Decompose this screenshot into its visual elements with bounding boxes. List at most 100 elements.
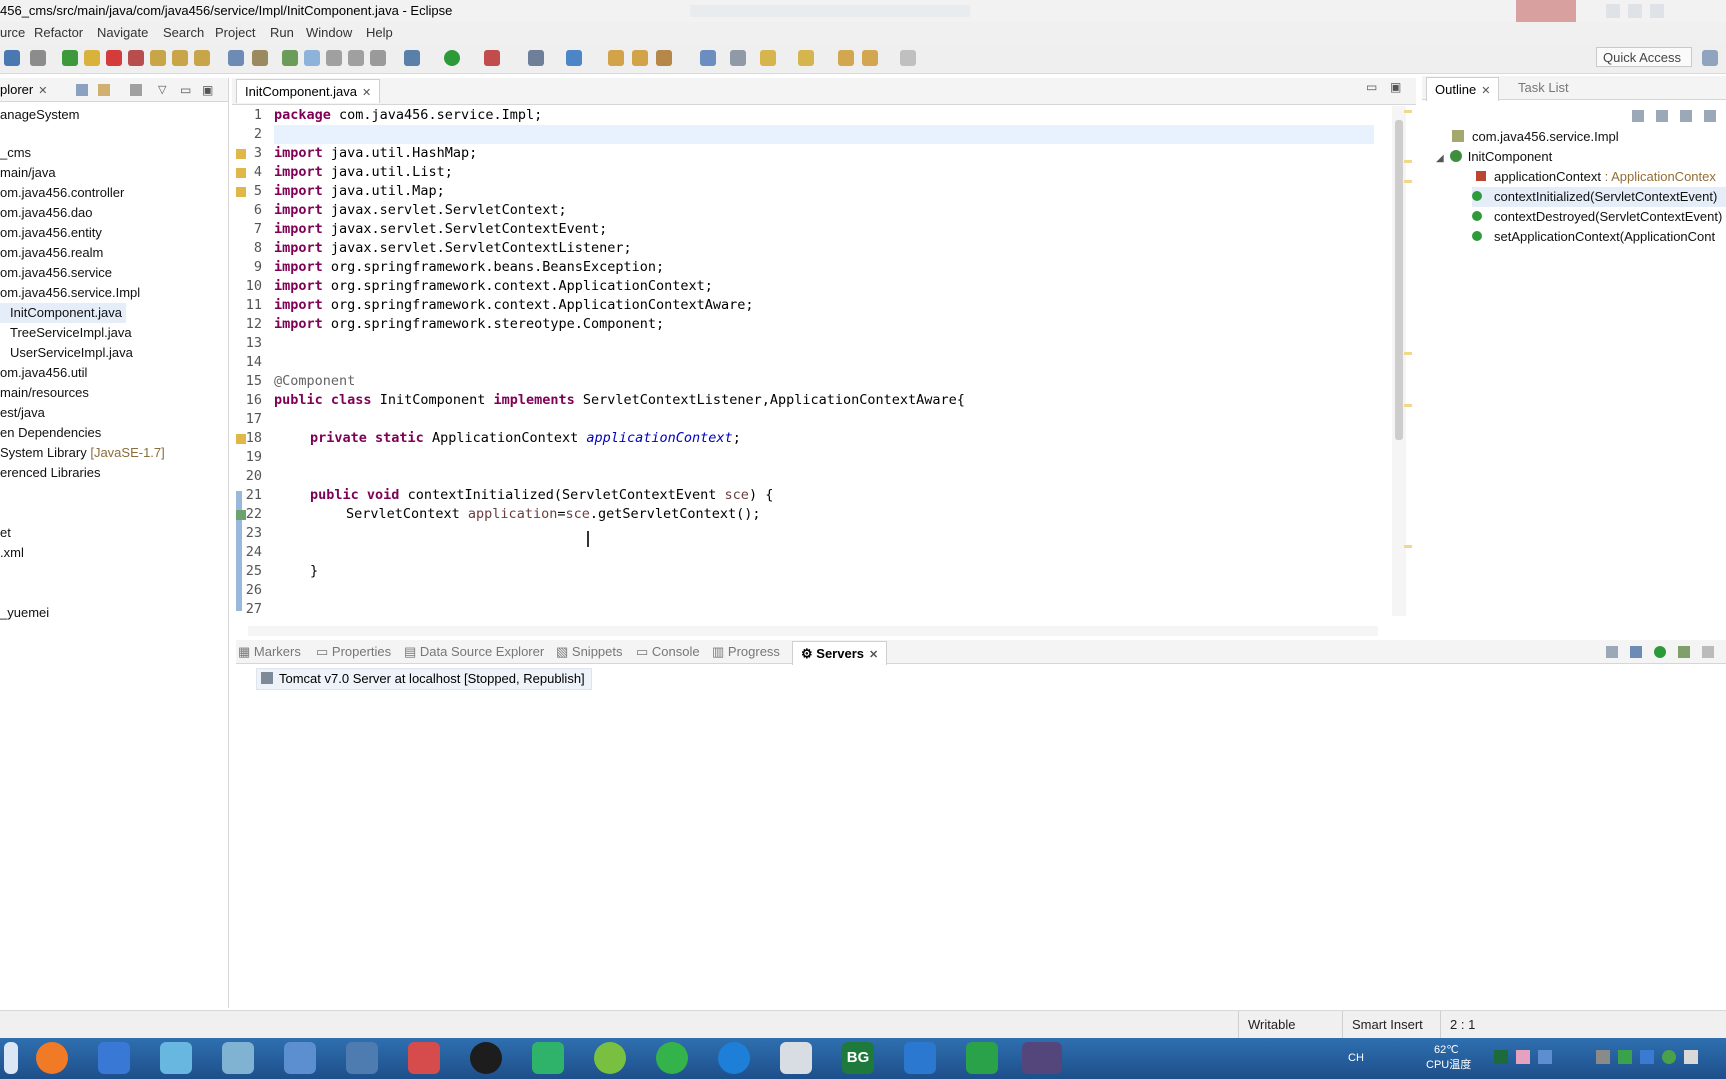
- mark-icon[interactable]: [282, 50, 298, 66]
- tray-speaker-icon[interactable]: [1684, 1050, 1698, 1064]
- highlight-icon[interactable]: [304, 50, 320, 66]
- outline-item-method[interactable]: contextDestroyed(ServletContextEvent): [1472, 207, 1722, 227]
- resume-icon[interactable]: [62, 50, 78, 66]
- collapse-all-icon[interactable]: [1656, 110, 1668, 122]
- tree-item[interactable]: _cms: [0, 143, 31, 163]
- tree-item[interactable]: om.java456.entity: [0, 223, 102, 243]
- baidu-netdisk-icon[interactable]: [98, 1042, 130, 1074]
- overview-marker[interactable]: [1404, 404, 1412, 407]
- tray-lock-icon[interactable]: [1596, 1050, 1610, 1064]
- outline-item-package[interactable]: com.java456.service.Impl: [1452, 127, 1619, 147]
- tab-data-source-explorer[interactable]: ▤ Data Source Explorer: [404, 640, 544, 664]
- warning-icon[interactable]: [236, 149, 246, 159]
- tree-item[interactable]: .xml: [0, 543, 24, 563]
- open-type-icon[interactable]: [608, 50, 624, 66]
- teamviewer-icon[interactable]: [718, 1042, 750, 1074]
- ime-indicator[interactable]: CH: [1348, 1052, 1364, 1065]
- suspend-icon[interactable]: [84, 50, 100, 66]
- tray-volume-icon[interactable]: [1662, 1050, 1676, 1064]
- music-icon[interactable]: [594, 1042, 626, 1074]
- tray-shield-icon[interactable]: [1640, 1050, 1654, 1064]
- pin-icon[interactable]: [30, 50, 46, 66]
- overview-marker[interactable]: [1404, 180, 1412, 183]
- chevron-down-icon[interactable]: ▽: [158, 78, 166, 102]
- save-icon[interactable]: [4, 50, 20, 66]
- tab-properties[interactable]: ▭ Properties: [316, 640, 391, 664]
- tree-item[interactable]: est/java: [0, 403, 45, 423]
- menu-help[interactable]: Help: [366, 22, 393, 43]
- external-tools-icon[interactable]: [484, 50, 500, 66]
- outline-item-class[interactable]: ◢ InitComponent: [1436, 147, 1552, 167]
- qq-icon[interactable]: [470, 1042, 502, 1074]
- menu-run[interactable]: Run: [270, 22, 294, 43]
- tree-item[interactable]: en Dependencies: [0, 423, 101, 443]
- video-player-icon[interactable]: [532, 1042, 564, 1074]
- tree-item[interactable]: anageSystem: [0, 105, 80, 125]
- terminate-icon[interactable]: [106, 50, 122, 66]
- horizontal-scrollbar[interactable]: [248, 626, 1378, 636]
- outline-item-method-selected[interactable]: contextInitialized(ServletContextEvent): [1472, 187, 1726, 207]
- outline-item-field[interactable]: applicationContext : ApplicationContex: [1476, 167, 1716, 187]
- warning-icon[interactable]: [236, 434, 246, 444]
- collapse-icon[interactable]: [1606, 646, 1618, 658]
- tray-network-icon[interactable]: [1538, 1050, 1552, 1064]
- pinwheel-icon[interactable]: [160, 1042, 192, 1074]
- chrome-icon[interactable]: [36, 1042, 68, 1074]
- warning-icon[interactable]: [236, 187, 246, 197]
- close-icon[interactable]: ✕: [1481, 85, 1490, 97]
- overview-marker[interactable]: [1404, 352, 1412, 355]
- tree-item[interactable]: et: [0, 523, 11, 543]
- notepad-icon[interactable]: [222, 1042, 254, 1074]
- disconnect-icon[interactable]: [128, 50, 144, 66]
- close-button[interactable]: [1516, 0, 1576, 22]
- back-icon[interactable]: [862, 50, 878, 66]
- maximize-view-icon[interactable]: ▣: [1390, 80, 1401, 94]
- tree-item[interactable]: om.java456.controller: [0, 183, 124, 203]
- tree-item[interactable]: om.java456.service.Impl: [0, 283, 140, 303]
- search-icon[interactable]: [656, 50, 672, 66]
- green-arrow-icon[interactable]: [966, 1042, 998, 1074]
- tree-item[interactable]: erenced Libraries: [0, 463, 100, 483]
- override-icon[interactable]: [236, 510, 246, 520]
- server-icon[interactable]: [528, 50, 544, 66]
- tab-markers[interactable]: ▦ Markers: [238, 640, 301, 664]
- collapse-all-icon[interactable]: [76, 84, 88, 96]
- close-icon[interactable]: ✕: [38, 85, 47, 97]
- restore-icon[interactable]: [1650, 4, 1664, 18]
- block-select-icon[interactable]: [348, 50, 364, 66]
- dolphin-icon[interactable]: [284, 1042, 316, 1074]
- tree-item[interactable]: om.java456.service: [0, 263, 112, 283]
- minimize-icon[interactable]: [1606, 4, 1620, 18]
- annotation-icon[interactable]: [730, 50, 746, 66]
- hide-static-icon[interactable]: [1704, 110, 1716, 122]
- sort-icon[interactable]: [1632, 110, 1644, 122]
- tree-item[interactable]: UserServiceImpl.java: [10, 343, 133, 363]
- overview-marker[interactable]: [1404, 545, 1412, 548]
- tree-item[interactable]: main/resources: [0, 383, 89, 403]
- overview-marker[interactable]: [1404, 160, 1412, 163]
- toggle-icon[interactable]: [228, 50, 244, 66]
- perspective-icon[interactable]: [1702, 50, 1718, 66]
- tab-initcomponent[interactable]: InitComponent.java ✕: [236, 79, 381, 103]
- calculator-icon[interactable]: [780, 1042, 812, 1074]
- tray-flower-icon[interactable]: [1516, 1050, 1530, 1064]
- tab-progress[interactable]: ▥ Progress: [712, 640, 780, 664]
- menu-refactor[interactable]: Refactor: [34, 22, 83, 43]
- tree-item[interactable]: om.java456.util: [0, 363, 87, 383]
- run-icon[interactable]: [444, 50, 460, 66]
- tree-item[interactable]: _yuemei: [0, 603, 49, 623]
- new-icon[interactable]: [566, 50, 582, 66]
- menu-search[interactable]: Search: [163, 22, 204, 43]
- step-over-icon[interactable]: [172, 50, 188, 66]
- next-annotation-icon[interactable]: [760, 50, 776, 66]
- menu-window[interactable]: Window: [306, 22, 352, 43]
- stop-server-icon[interactable]: [1702, 646, 1714, 658]
- menu-navigate[interactable]: Navigate: [97, 22, 148, 43]
- tab-servers[interactable]: ⚙ Servers ✕: [792, 641, 888, 665]
- show-whitespace-icon[interactable]: [326, 50, 342, 66]
- view-menu-icon[interactable]: [130, 84, 142, 96]
- debug-server-icon[interactable]: [1630, 646, 1642, 658]
- tab-console[interactable]: ▭ Console: [636, 640, 700, 664]
- tab-outline[interactable]: Outline ✕: [1426, 77, 1500, 101]
- tab-task-list[interactable]: Task List: [1518, 76, 1569, 100]
